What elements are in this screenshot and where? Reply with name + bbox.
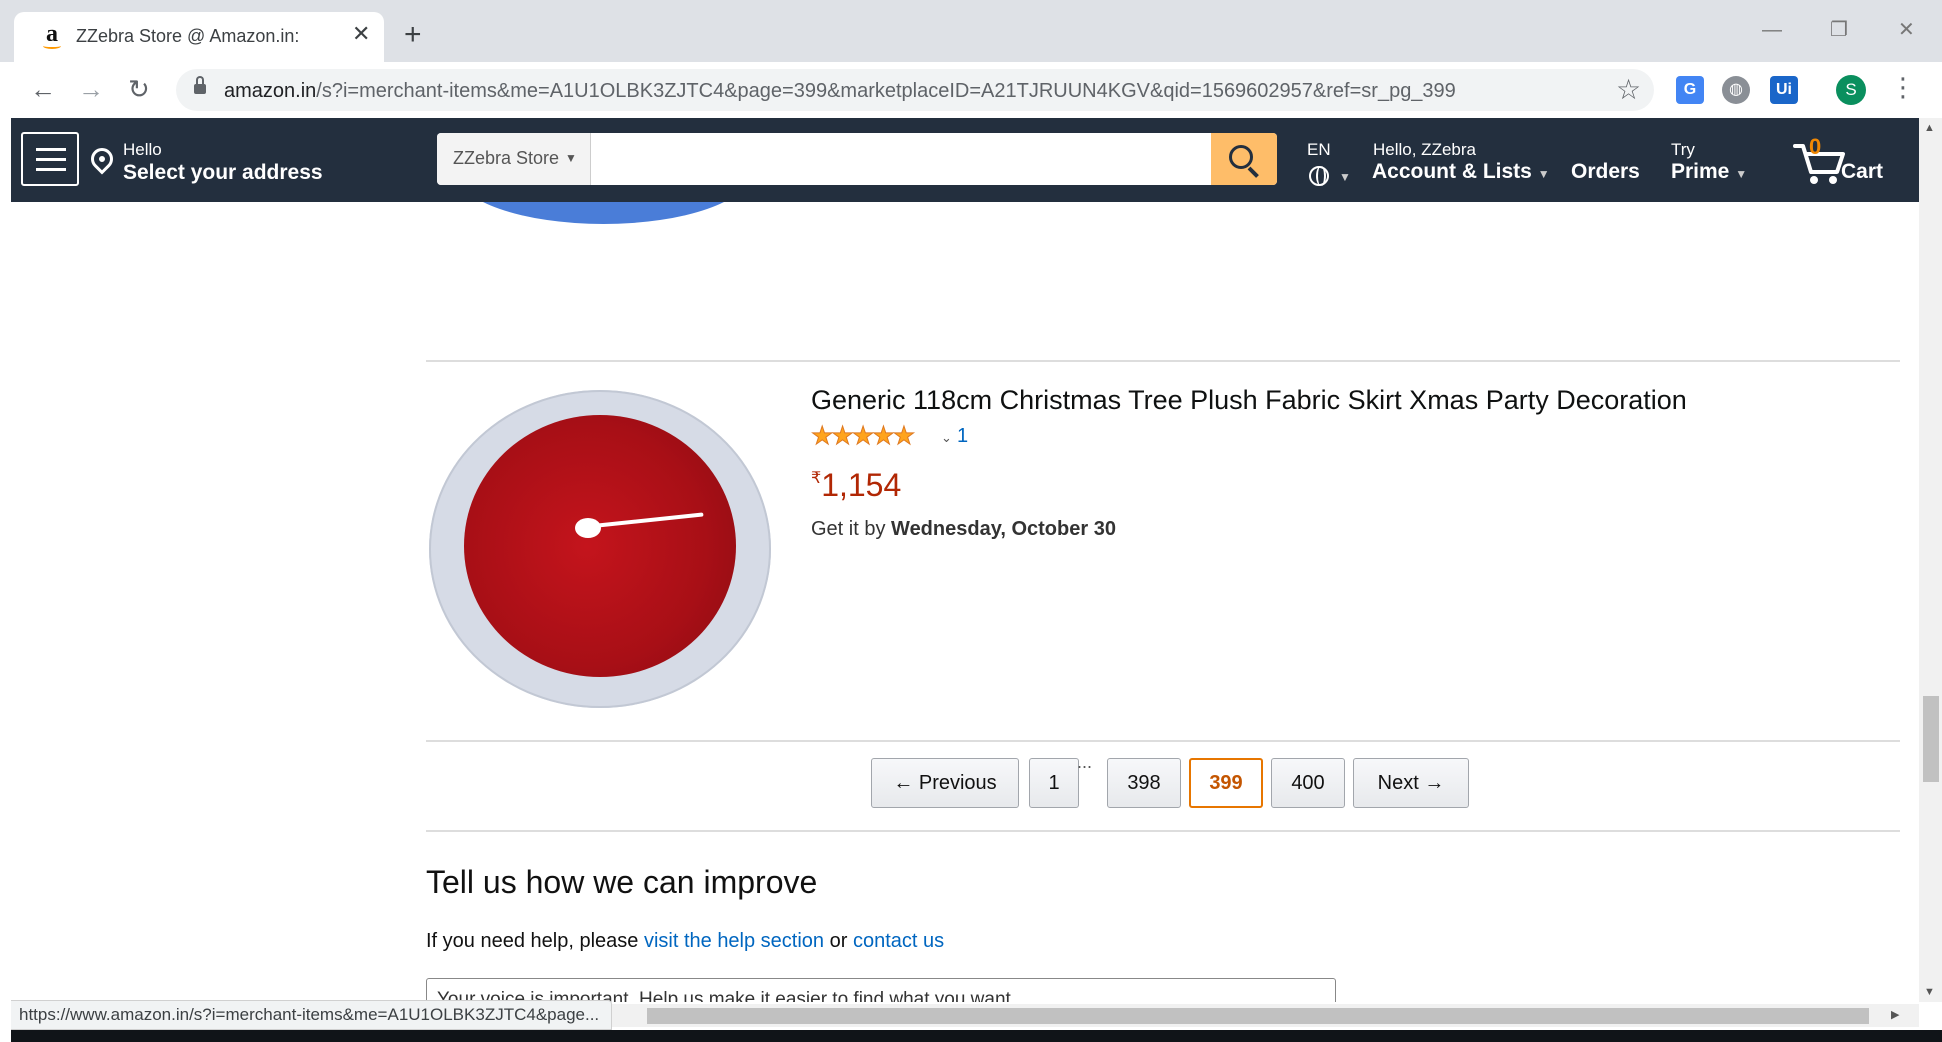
language-globe-icon[interactable]: [1309, 166, 1329, 186]
pagination-page-398[interactable]: 398: [1107, 758, 1181, 808]
google-translate-icon[interactable]: G: [1676, 76, 1704, 104]
result-divider: [426, 360, 1900, 362]
previous-product-image[interactable]: [456, 202, 751, 224]
language-caret-icon[interactable]: ▼: [1339, 166, 1351, 186]
pagination-page-399-current[interactable]: 399: [1189, 758, 1263, 808]
language-label[interactable]: EN: [1307, 140, 1331, 160]
vertical-scrollbar[interactable]: ▲ ▼: [1919, 118, 1942, 1002]
pagination-page-400[interactable]: 400: [1271, 758, 1345, 808]
forward-arrow-icon[interactable]: →: [78, 74, 104, 104]
select-address-link[interactable]: Select your address: [123, 161, 323, 185]
tab-close-icon[interactable]: ✕: [352, 22, 370, 46]
star-icon: ★: [872, 422, 895, 450]
pagination-next-button[interactable]: Next →: [1353, 758, 1469, 808]
browser-tab-strip: a ZZebra Store @ Amazon.in: ✕ + — ❐ ✕: [0, 0, 1942, 62]
help-text: If you need help, please visit the help …: [426, 930, 945, 952]
window-close-icon[interactable]: ✕: [1898, 18, 1915, 42]
product-image[interactable]: [429, 390, 771, 708]
account-greeting[interactable]: Hello, ZZebra: [1373, 140, 1476, 160]
pagination-previous-button[interactable]: ← Previous: [871, 758, 1019, 808]
restore-icon[interactable]: ❐: [1830, 18, 1848, 42]
search-button[interactable]: [1211, 133, 1277, 185]
search-department-dropdown[interactable]: ZZebra Store ▼: [437, 133, 591, 185]
minimize-icon[interactable]: —: [1762, 18, 1782, 42]
taskbar: [11, 1030, 1942, 1042]
star-rating[interactable]: ★★★★★: [810, 422, 916, 450]
delivery-info: Get it by Wednesday, October 30: [811, 518, 1116, 540]
hamburger-menu-icon[interactable]: [21, 132, 79, 186]
browser-tab[interactable]: a ZZebra Store @ Amazon.in: ✕: [14, 12, 384, 62]
url-text[interactable]: amazon.in/s?i=merchant-items&me=A1U1OLBK…: [224, 80, 1456, 103]
star-icon: ★: [831, 422, 854, 450]
scroll-up-icon[interactable]: ▲: [1924, 122, 1935, 134]
status-url-bubble: https://www.amazon.in/s?i=merchant-items…: [11, 1000, 613, 1030]
back-arrow-icon[interactable]: ←: [30, 74, 56, 104]
vertical-scroll-thumb[interactable]: [1923, 696, 1939, 782]
address-bar[interactable]: amazon.in/s?i=merchant-items&me=A1U1OLBK…: [176, 69, 1654, 111]
account-lists-link[interactable]: Account & Lists ▼: [1372, 160, 1550, 184]
result-divider: [426, 740, 1900, 742]
feedback-title: Tell us how we can improve: [426, 864, 818, 900]
browser-menu-icon[interactable]: ⋮: [1890, 72, 1916, 102]
scroll-down-icon[interactable]: ▼: [1924, 986, 1935, 998]
scroll-right-icon[interactable]: ▶: [1891, 1008, 1899, 1021]
horizontal-scroll-thumb[interactable]: [647, 1008, 1869, 1024]
feedback-input[interactable]: Your voice is important. Help us make it…: [426, 978, 1336, 1002]
address-hello[interactable]: Hello: [123, 140, 162, 160]
star-icon: ★: [810, 422, 834, 450]
pagination-page-1[interactable]: 1: [1029, 758, 1079, 808]
contact-us-link[interactable]: contact us: [853, 930, 944, 952]
amazon-nav-bar: Hello Select your address ZZebra Store ▼ …: [11, 118, 1919, 202]
pagination-divider: [426, 830, 1900, 832]
star-icon: ★: [892, 422, 916, 450]
browser-toolbar: ← → ↻ amazon.in/s?i=merchant-items&me=A1…: [0, 62, 1942, 118]
product-price[interactable]: ₹1,154: [811, 467, 901, 504]
lock-icon[interactable]: [194, 76, 206, 96]
star-icon: ★: [851, 422, 875, 450]
new-tab-button[interactable]: +: [404, 20, 422, 50]
tab-title: ZZebra Store @ Amazon.in:: [76, 26, 300, 46]
rating-count-link[interactable]: 1: [957, 425, 968, 448]
orders-link[interactable]: Orders: [1571, 160, 1640, 184]
search-results: Generic 118cm Christmas Tree Plush Fabri…: [11, 202, 1919, 1002]
cart-link[interactable]: Cart: [1841, 160, 1883, 184]
bookmark-star-icon[interactable]: ☆: [1616, 73, 1641, 106]
pagination-gap: ...: [1077, 752, 1093, 772]
search-bar: ZZebra Store ▼: [437, 133, 1277, 185]
try-prime-label[interactable]: Try: [1671, 140, 1695, 160]
prime-link[interactable]: Prime ▼: [1671, 160, 1747, 184]
cart-count[interactable]: 0: [1809, 134, 1821, 160]
profile-avatar[interactable]: S: [1836, 75, 1866, 105]
search-input[interactable]: [592, 133, 1212, 185]
rating-chevron-down-icon[interactable]: ⌄: [941, 430, 952, 446]
location-pin-icon[interactable]: [86, 143, 118, 175]
product-title-link[interactable]: Generic 118cm Christmas Tree Plush Fabri…: [811, 385, 1687, 416]
globe-extension-icon[interactable]: ◍: [1722, 76, 1750, 104]
reload-icon[interactable]: ↻: [128, 74, 150, 104]
help-section-link[interactable]: visit the help section: [644, 930, 824, 952]
uipath-extension-icon[interactable]: Ui: [1770, 76, 1798, 104]
amazon-favicon-icon: a: [40, 22, 64, 49]
search-icon: [1229, 145, 1253, 169]
